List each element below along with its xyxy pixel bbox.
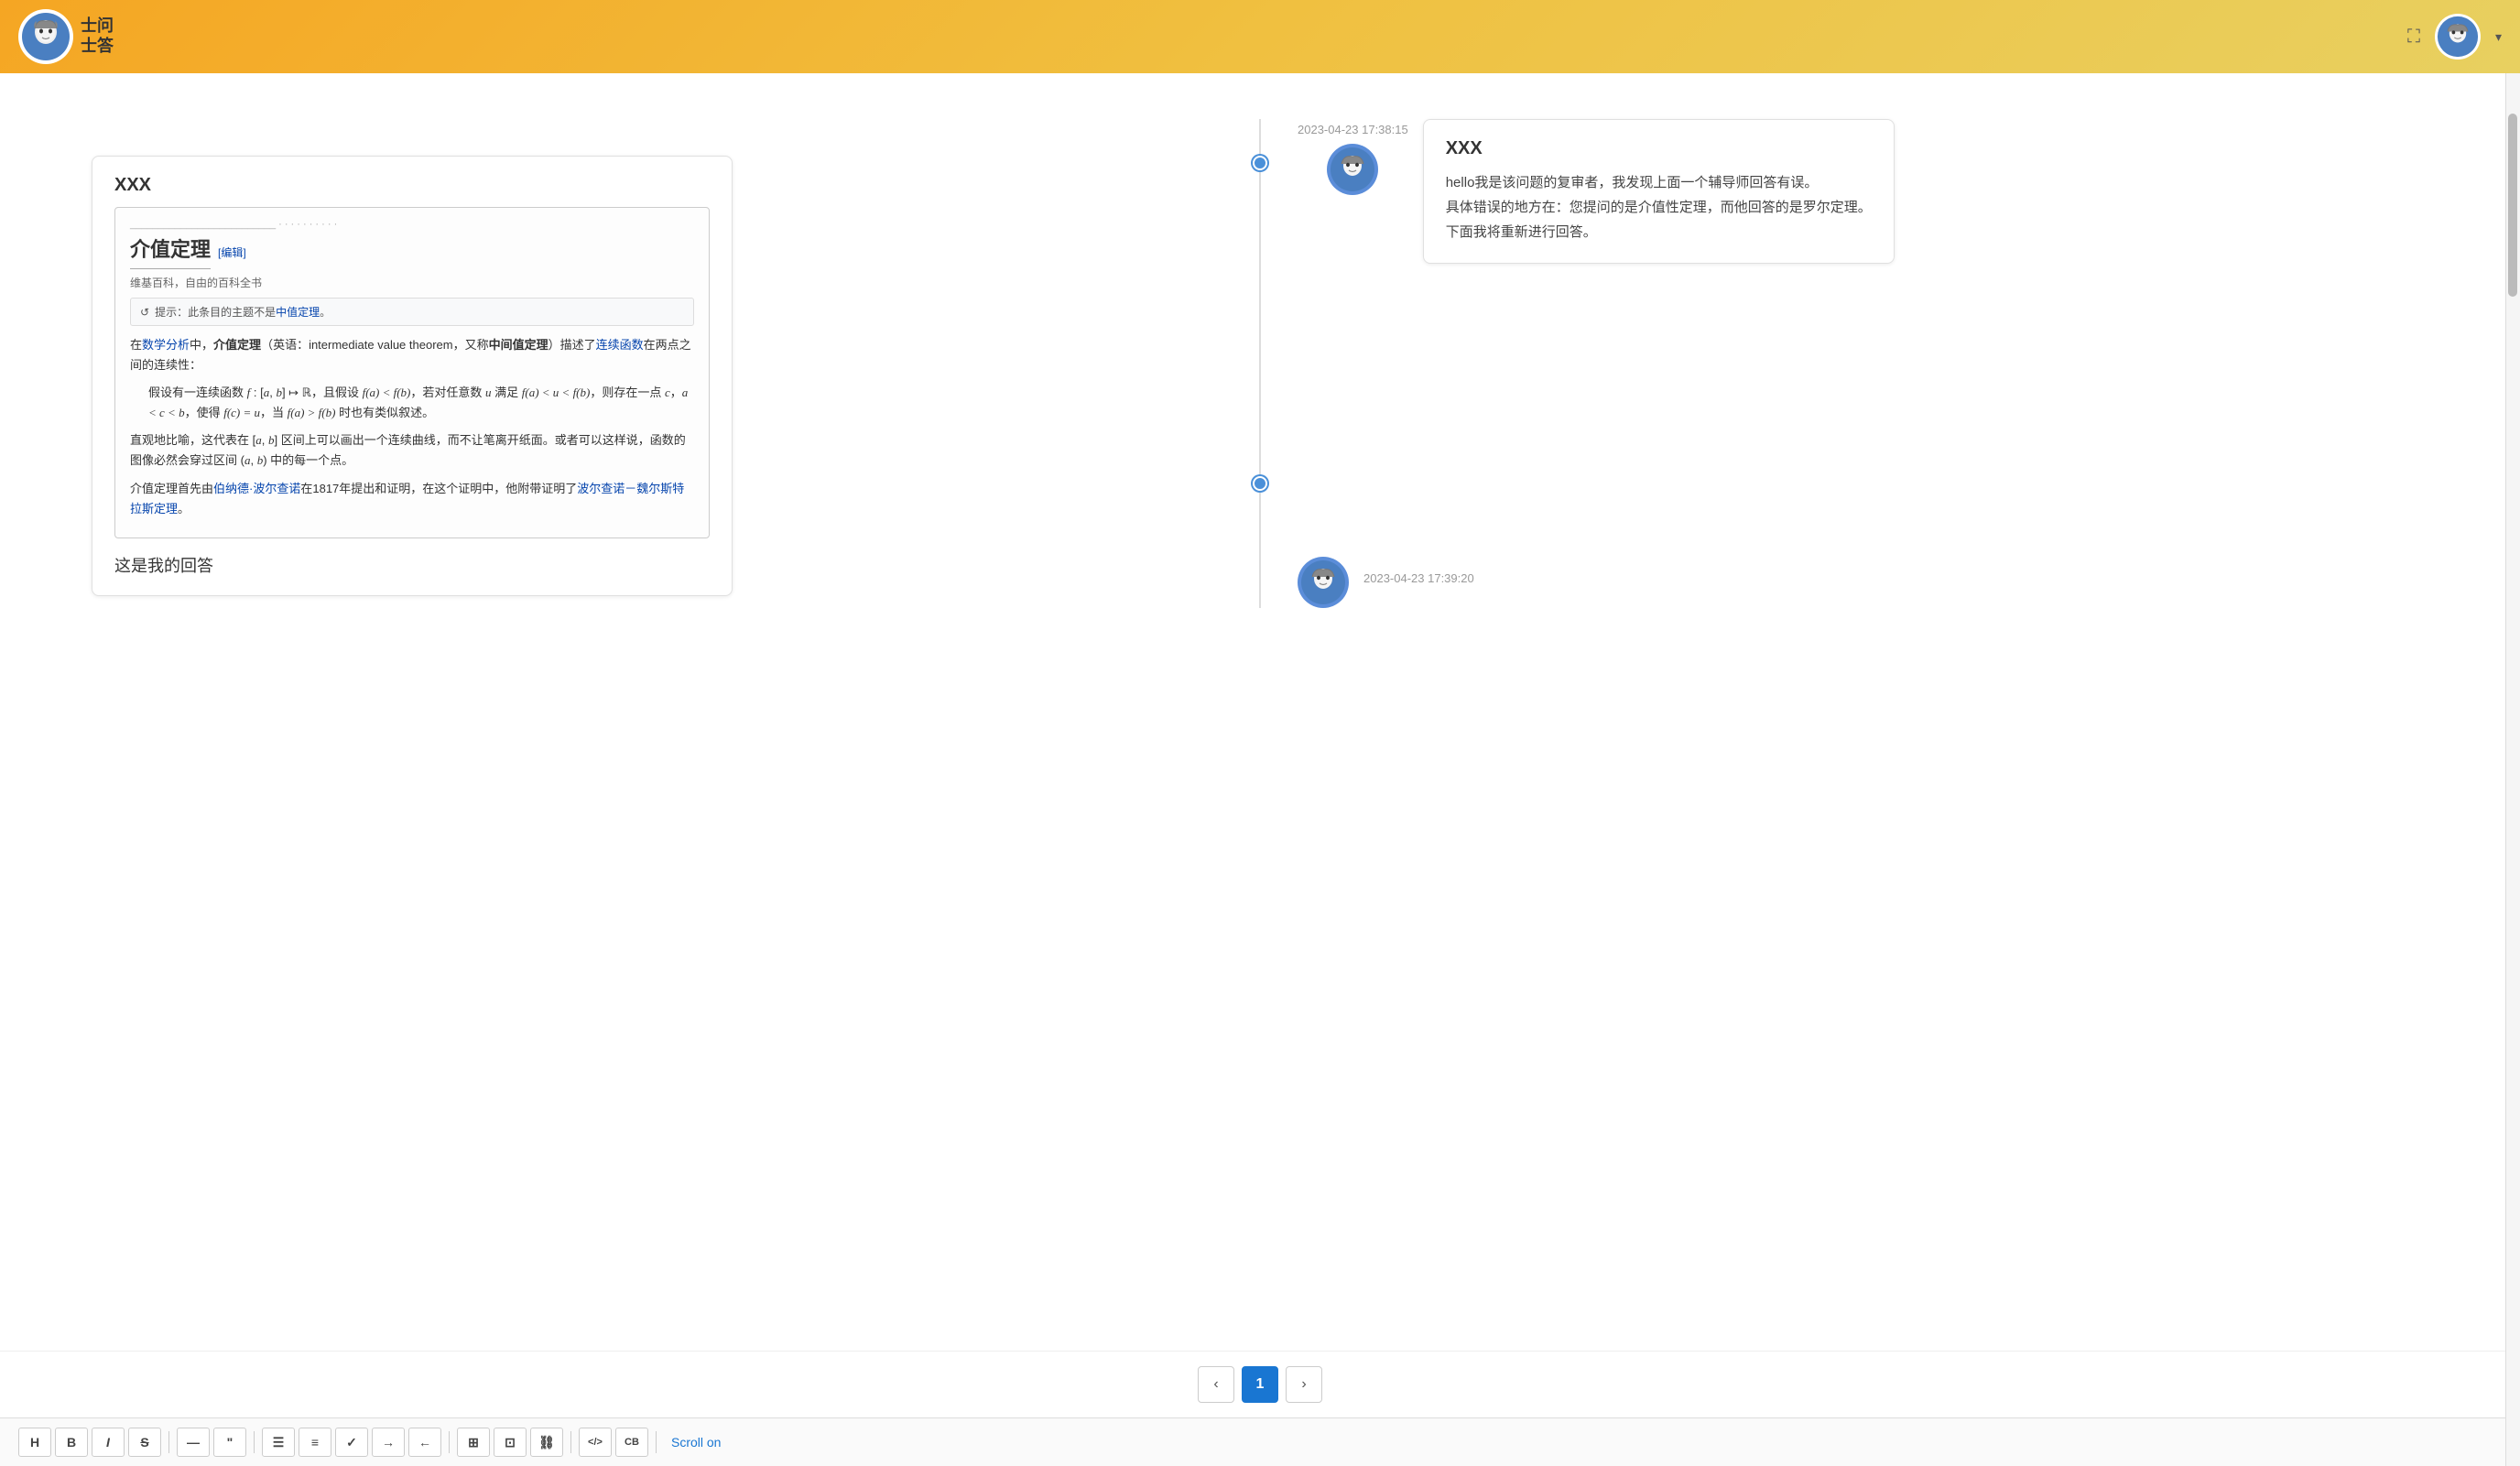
two-col-layout: XXX __________________________ · · · · ·… — [37, 101, 2483, 626]
prev-page-btn[interactable]: ‹ — [1198, 1366, 1234, 1403]
col-right: 2023-04-23 17:38:15 — [1261, 119, 2428, 608]
reviewer-timestamp: 2023-04-23 17:38:15 — [1298, 123, 1408, 136]
toolbar-sep-4 — [570, 1431, 571, 1453]
toolbar-ol-btn[interactable]: ≡ — [299, 1428, 331, 1457]
toolbar-check-btn[interactable]: ✓ — [335, 1428, 368, 1457]
toolbar-hr-btn[interactable]: — — [177, 1428, 210, 1457]
header: 士问 士答 ⛶ ▾ — [0, 0, 2520, 73]
wiki-source: 维基百科，自由的百科全书 — [130, 275, 694, 290]
wiki-title-row: 介值定理 [编辑] — [130, 233, 694, 275]
toolbar-sep-3 — [449, 1431, 450, 1453]
wiki-body: 在数学分析中，介值定理（英语：intermediate value theore… — [130, 335, 694, 519]
conversation-area: XXX __________________________ · · · · ·… — [0, 73, 2520, 1351]
toolbar-indent-btn[interactable]: → — [372, 1428, 405, 1457]
toolbar: H B I S — " ☰ ≡ ✓ → ← ⊞ ⊡ ⛓ </> CB Scrol… — [0, 1417, 2520, 1466]
wiki-p2: 假设有一连续函数 f : [a, b] ↦ ℝ，且假设 f(a) < f(b)，… — [148, 383, 694, 423]
col-left: XXX __________________________ · · · · ·… — [92, 119, 1259, 608]
msg2-avatar — [1298, 557, 1349, 608]
next-page-btn[interactable]: › — [1286, 1366, 1322, 1403]
wiki-notice: ↺ 提示：此条目的主题不是中值定理。 — [130, 298, 694, 326]
logo-line1: 士问 — [81, 16, 114, 37]
reviewer-bubble: XXX hello我是该问题的复审者，我发现上面一个辅导师回答有误。 具体错误的… — [1423, 119, 1895, 264]
header-right: ⛶ ▾ — [2407, 14, 2502, 60]
notice-icon: ↺ — [140, 306, 149, 319]
logo-line2: 士答 — [81, 37, 114, 57]
msg2-row: 2023-04-23 17:39:20 — [1298, 557, 2428, 608]
toolbar-b-btn[interactable]: B — [55, 1428, 88, 1457]
notice-text: 提示：此条目的主题不是中值定理。 — [155, 304, 331, 320]
reviewer-msg-row: 2023-04-23 17:38:15 — [1298, 119, 2428, 264]
reviewer-avatar-col: 2023-04-23 17:38:15 — [1298, 119, 1408, 195]
reviewer-avatar — [1327, 144, 1378, 195]
toolbar-ul-btn[interactable]: ☰ — [262, 1428, 295, 1457]
toolbar-sep-5 — [656, 1431, 657, 1453]
reviewer-line3: 下面我将重新进行回答。 — [1446, 224, 1597, 240]
toolbar-s-btn[interactable]: S — [128, 1428, 161, 1457]
page-1-btn[interactable]: 1 — [1242, 1366, 1278, 1403]
dropdown-arrow[interactable]: ▾ — [2495, 29, 2502, 45]
toolbar-code-btn[interactable]: </> — [579, 1428, 612, 1457]
logo-text: 士问 士答 — [81, 16, 114, 56]
toolbar-image-btn[interactable]: ⊡ — [494, 1428, 527, 1457]
answer-bubble: XXX __________________________ · · · · ·… — [92, 156, 733, 596]
notice-link[interactable]: 中值定理 — [276, 306, 320, 319]
wiki-article-title: 介值定理 — [130, 233, 211, 269]
toolbar-sep-1 — [168, 1431, 169, 1453]
wiki-edit-link[interactable]: [编辑] — [218, 244, 246, 260]
answer-bubble-title: XXX — [114, 175, 710, 196]
reviewer-bubble-title: XXX — [1446, 138, 1872, 159]
scroll-on-btn[interactable]: Scroll on — [664, 1431, 728, 1453]
wiki-top-bar: __________________________ · · · · · · ·… — [130, 219, 694, 230]
toolbar-link-btn[interactable]: ⛓ — [530, 1428, 563, 1457]
toolbar-outdent-btn[interactable]: ← — [408, 1428, 441, 1457]
pagination: ‹ 1 › — [0, 1351, 2520, 1417]
center-timeline — [1259, 119, 1261, 608]
right-scrollbar[interactable] — [2505, 73, 2520, 1466]
main-content: XXX __________________________ · · · · ·… — [0, 73, 2520, 1466]
msg2-timestamp: 2023-04-23 17:39:20 — [1363, 571, 1474, 585]
scrollbar-thumb[interactable] — [2508, 114, 2517, 297]
wiki-box: __________________________ · · · · · · ·… — [114, 207, 710, 538]
toolbar-i-btn[interactable]: I — [92, 1428, 125, 1457]
logo: 士问 士答 — [18, 9, 114, 64]
reviewer-line2: 具体错误的地方在：您提问的是介值性定理，而他回答的是罗尔定理。 — [1446, 200, 1872, 215]
toolbar-h-btn[interactable]: H — [18, 1428, 51, 1457]
reviewer-bubble-text: hello我是该问题的复审者，我发现上面一个辅导师回答有误。 具体错误的地方在：… — [1446, 170, 1872, 244]
timeline-dot-top — [1253, 156, 1267, 170]
expand-icon[interactable]: ⛶ — [2407, 27, 2420, 48]
answer-text: 这是我的回答 — [114, 553, 710, 577]
toolbar-table-btn[interactable]: ⊞ — [457, 1428, 490, 1457]
timeline-dot-mid — [1253, 476, 1267, 491]
reviewer-line1: hello我是该问题的复审者，我发现上面一个辅导师回答有误。 — [1446, 175, 1819, 190]
header-avatar[interactable] — [2435, 14, 2481, 60]
wiki-p1: 在数学分析中，介值定理（英语：intermediate value theore… — [130, 335, 694, 375]
toolbar-cb-btn[interactable]: CB — [615, 1428, 648, 1457]
logo-avatar — [18, 9, 73, 64]
toolbar-quote-btn[interactable]: " — [213, 1428, 246, 1457]
toolbar-sep-2 — [254, 1431, 255, 1453]
wiki-p3: 直观地比喻，这代表在 [a, b] 区间上可以画出一个连续曲线，而不让笔离开纸面… — [130, 430, 694, 471]
wiki-p4: 介值定理首先由伯纳德·波尔查诺在1817年提出和证明，在这个证明中，他附带证明了… — [130, 479, 694, 519]
